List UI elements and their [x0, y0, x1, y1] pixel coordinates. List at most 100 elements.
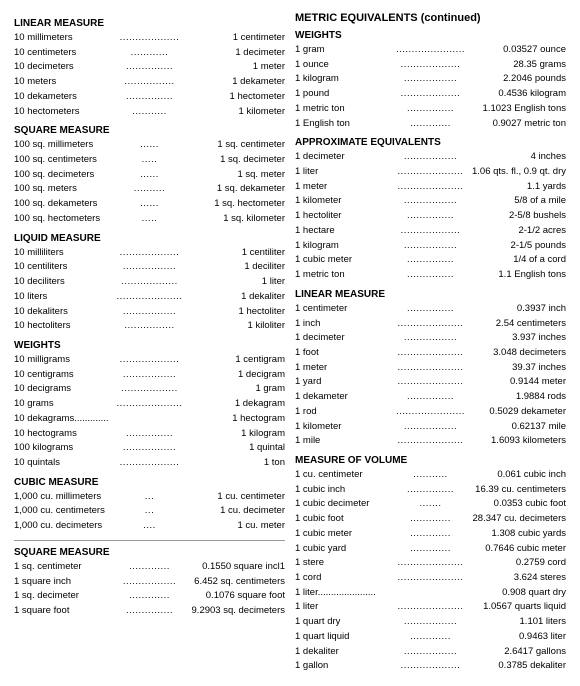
entry-right: 4 inches	[459, 150, 566, 165]
list-item: 1 cubic inch ............... 16.39 cu. c…	[295, 483, 566, 498]
entry-left: 1 quart dry	[295, 615, 402, 630]
entry-left: 1 sq. decimeter	[14, 589, 127, 604]
entry-left: 1 cubic decimeter	[295, 497, 418, 512]
subsection-title: WEIGHTS	[295, 30, 566, 41]
list-item: 1 square inch ................. 6.452 sq…	[14, 575, 285, 590]
entry-dots: ...............	[407, 390, 454, 405]
entry-dots: ...................	[401, 87, 461, 102]
list-item: 10 milligrams ................... 1 cent…	[14, 353, 285, 368]
list-item: 1 metric ton ............... 1.1023 Engl…	[295, 102, 566, 117]
entry-right: 1 sq. hectometer	[161, 197, 285, 212]
entry-dots: .................	[123, 305, 176, 320]
entry-dots: ......	[140, 168, 159, 183]
entry-right: 0.3785 dekaliter	[462, 659, 566, 674]
entry-right: 0.061 cubic inch	[450, 468, 566, 483]
list-item: 1 sq. centimeter ............. 0.1550 sq…	[14, 560, 285, 575]
list-item: 10 centigrams ................. 1 decigr…	[14, 368, 285, 383]
entry-dots: .................	[123, 260, 176, 275]
list-item: 1 liter ..................... 1.0567 qua…	[295, 600, 566, 615]
list-item: 1 kilogram ................. 2-1/5 pound…	[295, 239, 566, 254]
entry-dots: .....................	[398, 346, 464, 361]
entry-left: 10 meters	[14, 75, 122, 90]
subsection-title: CUBIC MEASURE	[14, 477, 285, 488]
entry-right: 0.1550 square incl1	[172, 560, 285, 575]
entry-left: 1 kilogram	[295, 72, 402, 87]
entry-right: 1.1 English tons	[456, 268, 566, 283]
list-item: 10 decimeters ............... 1 meter	[14, 60, 285, 75]
entry-left: 1 English ton	[295, 117, 408, 132]
list-item: 10 millimeters ................... 1 cen…	[14, 31, 285, 46]
entry-right: 0.9144 meter	[465, 375, 566, 390]
entry-right: 3.937 inches	[459, 331, 566, 346]
entry-left: 1,000 cu. centimeters	[14, 504, 143, 519]
list-item: 10 centiliters ................. 1 decil…	[14, 260, 285, 275]
entry-right: 2-5/8 bushels	[456, 209, 566, 224]
entry-right: 1 quintal	[178, 441, 285, 456]
list-item: 1 foot ..................... 3.048 decim…	[295, 346, 566, 361]
entry-left: 1 kilometer	[295, 420, 402, 435]
entry-right: 1 meter	[175, 60, 285, 75]
entry-dots: ...	[145, 504, 154, 519]
entry-right: 1/4 of a cord	[456, 253, 566, 268]
entry-dots: .............	[410, 542, 451, 557]
entry-left: 100 sq. centimeters	[14, 153, 140, 168]
list-item: 1 cubic meter ............... 1/4 of a c…	[295, 253, 566, 268]
entry-right: 6.452 sq. centimeters	[178, 575, 285, 590]
entry-dots: ...	[145, 490, 154, 505]
entry-left: 10 dekameters	[14, 90, 124, 105]
entry-dots: .............	[129, 560, 170, 575]
entry-left: 1 liter	[295, 600, 396, 615]
entry-left: 1 metric ton	[295, 102, 405, 117]
entry-dots: .....................	[117, 397, 183, 412]
entry-left: 10 centiliters	[14, 260, 121, 275]
list-item: 100 sq. dekameters ...... 1 sq. hectomet…	[14, 197, 285, 212]
entry-left: 1 cu. centimeter	[295, 468, 411, 483]
entry-right: 1 dekagram	[184, 397, 285, 412]
entry-right: 1 cu. decimeter	[156, 504, 285, 519]
list-item: 100 sq. hectometers ..... 1 sq. kilomete…	[14, 212, 285, 227]
entry-right: 1 kilogram	[175, 427, 285, 442]
entry-dots: ...........	[132, 105, 167, 120]
entry-right: 1 cu. meter	[158, 519, 285, 534]
entry-right: 1.1023 English tons	[456, 102, 566, 117]
entry-left: 100 sq. hectometers	[14, 212, 140, 227]
entry-left: 10 centimeters	[14, 46, 129, 61]
entry-dots: .................	[404, 150, 457, 165]
left-sections: LINEAR MEASURE 10 millimeters ..........…	[14, 18, 285, 534]
entry-dots: .....................	[117, 290, 183, 305]
entry-left: 1 hectare	[295, 224, 399, 239]
entry-left: 1 square inch	[14, 575, 121, 590]
list-item: 10 hectoliters ................ 1 kiloli…	[14, 319, 285, 334]
entry-left: 10 milligrams	[14, 353, 118, 368]
entry-dots: .............	[410, 630, 451, 645]
right-sections: WEIGHTS 1 gram ...................... 0.…	[295, 30, 566, 674]
entry-left: 1 cubic yard	[295, 542, 408, 557]
entry-dots: ...................	[401, 58, 461, 73]
entry-dots: ...............	[126, 427, 173, 442]
entry-right: 0.9463 liter	[453, 630, 566, 645]
entry-dots: .............	[129, 589, 170, 604]
divider-left	[14, 540, 285, 541]
list-item: 1 dekaliter ................. 2.6417 gal…	[295, 645, 566, 660]
entry-right: 2.2046 pounds	[459, 72, 566, 87]
list-item: 1 dekameter ............... 1.9884 rods	[295, 390, 566, 405]
entry-left: 100 kilograms	[14, 441, 121, 456]
right-column: METRIC EQUIVALENTS (continued) WEIGHTS 1…	[295, 12, 566, 674]
list-item: 10 decigrams .................. 1 gram	[14, 382, 285, 397]
entry-right: 1 dekaliter	[184, 290, 285, 305]
entry-right: 0.1076 square foot	[172, 589, 285, 604]
entry-dots: .....................	[398, 165, 464, 180]
entry-right: 0.5029 dekameter	[467, 405, 566, 420]
list-item: 10 dekameters ............... 1 hectomet…	[14, 90, 285, 105]
list-item: 100 sq. millimeters ...... 1 sq. centime…	[14, 138, 285, 153]
entry-left: 10 hectometers	[14, 105, 130, 120]
entry-left: 10 hectoliters	[14, 319, 122, 334]
entry-right: 1 kiloliter	[177, 319, 285, 334]
entry-right: 0.9027 metric ton	[453, 117, 566, 132]
entry-right: 1.0567 quarts liquid	[465, 600, 566, 615]
list-item: 100 kilograms ................. 1 quinta…	[14, 441, 285, 456]
entry-right: 1 sq. decimeter	[159, 153, 285, 168]
entry-dots: .....................	[398, 180, 464, 195]
entry-dots: ...................	[120, 31, 180, 46]
list-item: 1 square foot ............... 9.2903 sq.…	[14, 604, 285, 619]
